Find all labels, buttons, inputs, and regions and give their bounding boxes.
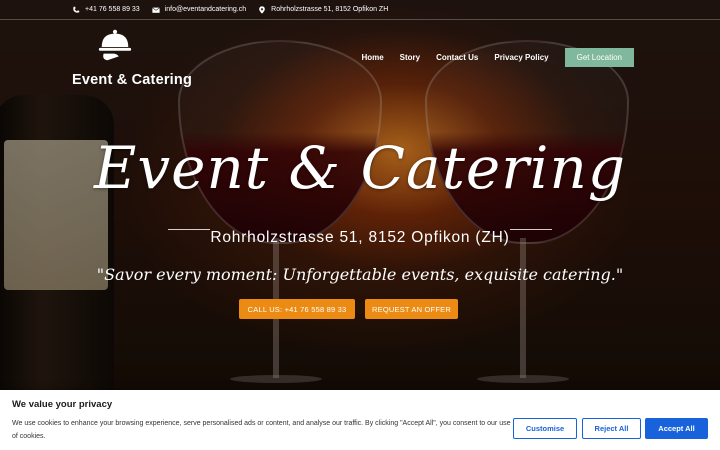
topbar-address: Rohrholzstrasse 51, 8152 Opfikon ZH (258, 5, 389, 14)
cookie-description: We use cookies to enhance your browsing … (12, 420, 511, 440)
hero-address: Rohrholzstrasse 51, 8152 Opfikon (ZH) (210, 229, 510, 246)
topbar-phone[interactable]: +41 76 558 89 33 (72, 6, 140, 14)
call-us-button[interactable]: CALL US: +41 76 558 89 33 (239, 299, 355, 319)
accept-all-button[interactable]: Accept All (645, 418, 708, 439)
hero-overlay (0, 0, 720, 450)
main-nav: Home Story Contact Us Privacy Policy Get… (361, 48, 634, 67)
hero-title: Event & Catering (94, 134, 626, 202)
topbar-address-text: Rohrholzstrasse 51, 8152 Opfikon ZH (271, 6, 389, 13)
nav-home[interactable]: Home (361, 53, 383, 62)
nav-story[interactable]: Story (400, 53, 420, 62)
topbar-email[interactable]: info@eventandcatering.ch (151, 6, 247, 14)
reject-all-button[interactable]: Reject All (582, 418, 641, 439)
cookie-title: We value your privacy (12, 399, 113, 410)
hero-quote: "Savor every moment: Unforgettable event… (96, 265, 624, 284)
phone-icon (73, 6, 80, 13)
customise-cookies-button[interactable]: Customise (513, 418, 577, 439)
serving-cloche-icon[interactable] (96, 28, 134, 64)
topbar-email-text: info@eventandcatering.ch (164, 6, 247, 13)
get-location-button[interactable]: Get Location (564, 48, 634, 67)
contact-topbar: +41 76 558 89 33 info@eventandcatering.c… (0, 0, 720, 20)
map-pin-icon (259, 5, 265, 14)
nav-contact-us[interactable]: Contact Us (436, 53, 478, 62)
request-offer-button[interactable]: REQUEST AN OFFER (365, 299, 458, 319)
topbar-phone-text: +41 76 558 89 33 (85, 6, 140, 13)
nav-privacy-policy[interactable]: Privacy Policy (494, 53, 548, 62)
envelope-icon (151, 6, 160, 13)
site-logo-text[interactable]: Event & Catering (72, 72, 192, 88)
cookie-consent-banner: We value your privacy We use cookies to … (0, 390, 720, 450)
